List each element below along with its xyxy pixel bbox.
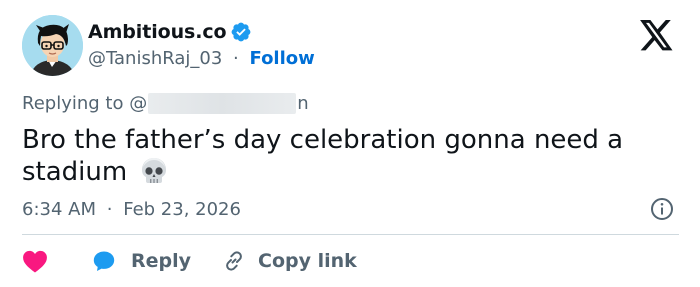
like-button[interactable] bbox=[22, 249, 48, 273]
verified-badge-icon[interactable] bbox=[230, 21, 252, 43]
heart-icon bbox=[23, 250, 47, 273]
author-display-name[interactable]: Ambitious.co bbox=[88, 21, 227, 43]
tweet-time: 6:34 AM bbox=[22, 199, 96, 220]
author-handle-row: @TanishRaj_03 · Follow bbox=[88, 48, 315, 69]
copy-link-button[interactable]: Copy link bbox=[191, 249, 357, 273]
follow-button[interactable]: Follow bbox=[250, 48, 315, 69]
link-icon bbox=[226, 251, 242, 271]
x-logo-icon[interactable] bbox=[640, 20, 674, 51]
replying-to-prefix: Replying to @ bbox=[22, 93, 148, 114]
tweet-date: Feb 23, 2026 bbox=[123, 199, 241, 220]
redacted-username bbox=[148, 93, 297, 114]
divider bbox=[22, 234, 679, 235]
handle-separator: · bbox=[233, 48, 239, 69]
tweet-timestamp[interactable]: 6:34 AM · Feb 23, 2026 bbox=[22, 199, 241, 220]
avatar[interactable] bbox=[22, 15, 83, 76]
reply-bubble-icon bbox=[93, 251, 115, 271]
replying-to-suffix: n bbox=[297, 93, 309, 114]
copy-link-label: Copy link bbox=[258, 250, 357, 272]
reply-label: Reply bbox=[131, 250, 192, 272]
tweet-text: Bro the father’s day celebration gonna n… bbox=[22, 124, 662, 188]
tweet-body: Bro the father’s day celebration gonna n… bbox=[22, 125, 624, 187]
replying-to: Replying to @ n bbox=[22, 93, 309, 114]
action-bar: Reply Copy link bbox=[22, 248, 357, 274]
avatar-illustration bbox=[22, 15, 83, 76]
author-name-row: Ambitious.co bbox=[88, 21, 252, 43]
info-icon[interactable] bbox=[650, 197, 674, 221]
reply-button[interactable]: Reply bbox=[48, 249, 191, 273]
timestamp-separator: · bbox=[106, 199, 113, 220]
skull-icon bbox=[142, 158, 167, 183]
author-handle[interactable]: @TanishRaj_03 bbox=[88, 48, 222, 69]
